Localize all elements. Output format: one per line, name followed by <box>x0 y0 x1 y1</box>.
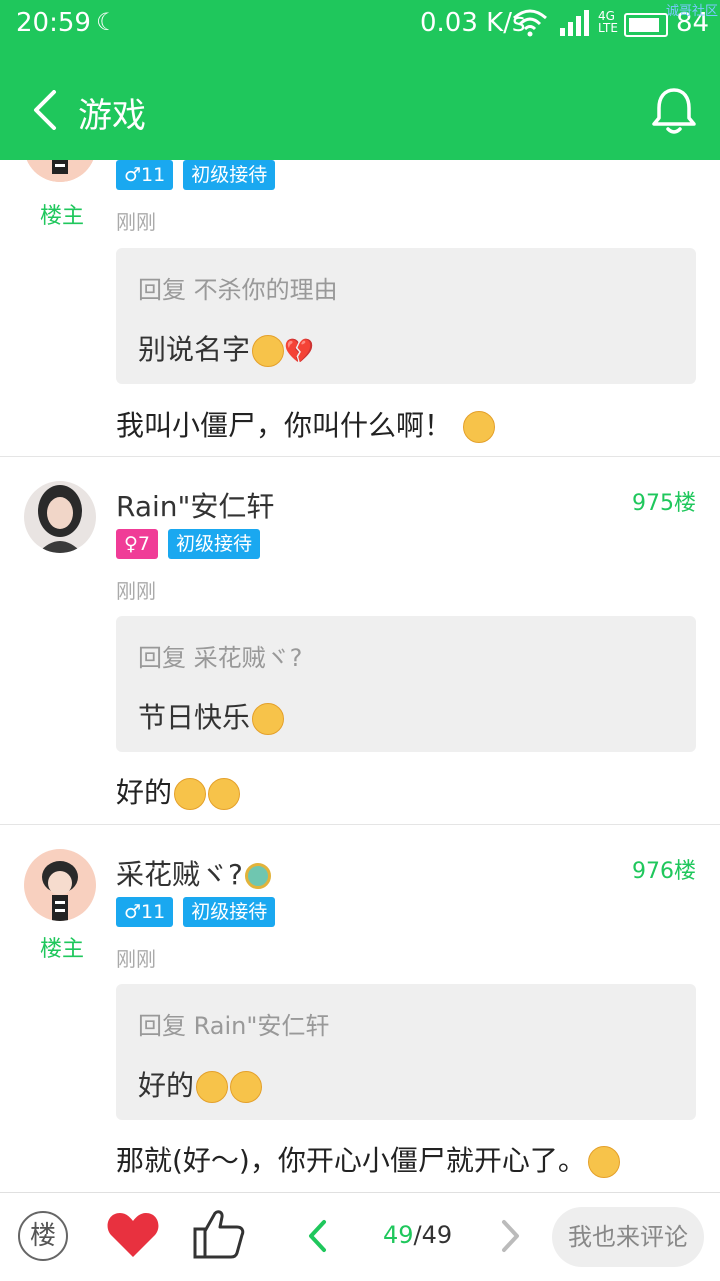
username-row: 采花贼ヾ? <box>116 853 271 893</box>
floor-jump-button[interactable]: 楼 <box>18 1211 68 1261</box>
owner-label: 楼主 <box>40 204 85 229</box>
battery-icon <box>624 13 668 37</box>
quote-body: 节日快乐 <box>138 696 285 736</box>
network-type: 4G LTE <box>598 9 618 35</box>
next-page-icon[interactable] <box>498 1219 522 1253</box>
quote-body-text: 好的 <box>138 1069 195 1102</box>
nav-bar: 游戏 <box>0 70 720 154</box>
back-arrow-icon[interactable] <box>30 90 66 130</box>
page-indicator[interactable]: 49/49 <box>383 1221 452 1249</box>
owner-label: 楼主 <box>40 937 85 962</box>
comment-button[interactable]: 我也来评论 <box>552 1207 704 1267</box>
network-type-label: 4G <box>598 9 615 23</box>
quote-header: 回复 采花贼ヾ? <box>138 644 303 672</box>
rank-badge: 初级接待 <box>183 160 276 190</box>
comment-list[interactable]: 楼主 ♂11 初级接待 刚刚 回复 不杀你的理由 别说名字 💔 我叫小僵尸，你叫什… <box>0 160 720 1192</box>
broken-heart-emoji-icon: 💔 <box>284 337 314 365</box>
status-bar: 20:59 ☾ 0.03 K/s 4G LTE 84 诚哥社区 <box>0 0 720 50</box>
smile-emoji-icon <box>462 411 495 443</box>
post-content: 那就(好～)，你开心小僵尸就开心了。 <box>116 1139 620 1179</box>
wifi-icon <box>512 8 548 44</box>
avatar[interactable] <box>24 481 96 553</box>
smile-emoji-icon <box>252 335 285 367</box>
network-speed: 0.03 K/s <box>420 8 526 38</box>
quote-body: 好的 <box>138 1064 263 1104</box>
username[interactable]: 采花贼ヾ? <box>116 858 243 891</box>
total-pages: /49 <box>413 1221 453 1249</box>
avatar[interactable] <box>24 160 96 182</box>
watermark: 诚哥社区 <box>665 4 718 19</box>
current-page: 49 <box>383 1221 414 1249</box>
medal-icon <box>244 863 271 889</box>
quote-body: 别说名字 💔 <box>138 328 314 368</box>
gender-level-badge: ♀7 <box>116 529 159 559</box>
quoted-reply[interactable]: 回复 采花贼ヾ? 节日快乐 <box>116 616 696 752</box>
user-badges: ♂11 初级接待 <box>116 160 276 190</box>
comment-post: 楼主 采花贼ヾ? 976楼 ♂11 初级接待 刚刚 回复 Rain"安仁轩 好的… <box>0 825 720 1192</box>
user-badges: ♀7 初级接待 <box>116 529 261 559</box>
thumbs-up-icon[interactable] <box>192 1207 246 1261</box>
quote-header: 回复 Rain"安仁轩 <box>138 1012 330 1040</box>
post-content: 我叫小僵尸，你叫什么啊！ <box>116 404 495 444</box>
comment-post: 楼主 ♂11 初级接待 刚刚 回复 不杀你的理由 别说名字 💔 我叫小僵尸，你叫什… <box>0 160 720 457</box>
hug-emoji-icon <box>230 1071 263 1103</box>
post-content-text: 我叫小僵尸，你叫什么啊！ <box>116 409 453 442</box>
post-time: 刚刚 <box>116 210 156 234</box>
smile-emoji-icon <box>587 1146 620 1178</box>
floor-number: 976楼 <box>632 859 696 884</box>
comment-post: Rain"安仁轩 975楼 ♀7 初级接待 刚刚 回复 采花贼ヾ? 节日快乐 好… <box>0 457 720 825</box>
status-time: 20:59 <box>16 8 91 38</box>
bottom-toolbar: 楼 49/49 我也来评论 <box>0 1192 720 1281</box>
prev-page-icon[interactable] <box>306 1219 330 1253</box>
quoted-reply[interactable]: 回复 不杀你的理由 别说名字 💔 <box>116 248 696 384</box>
quote-header: 回复 不杀你的理由 <box>138 276 338 304</box>
hug-emoji-icon <box>208 778 241 810</box>
smile-emoji-icon <box>252 703 285 735</box>
page-title: 游戏 <box>78 96 146 136</box>
gender-level-badge: ♂11 <box>116 160 174 190</box>
post-content-text: 好的 <box>116 776 173 809</box>
post-content: 好的 <box>116 771 241 811</box>
post-time: 刚刚 <box>116 579 156 603</box>
post-time: 刚刚 <box>116 947 156 971</box>
avatar[interactable] <box>24 849 96 921</box>
quote-body-text: 别说名字 <box>138 333 251 366</box>
bell-icon[interactable] <box>650 86 698 136</box>
rank-badge: 初级接待 <box>168 529 261 559</box>
signal-icon <box>560 8 594 44</box>
gender-level-badge: ♂11 <box>116 897 174 927</box>
top-header: 20:59 ☾ 0.03 K/s 4G LTE 84 诚哥社区 游戏 <box>0 0 720 160</box>
heart-icon[interactable] <box>106 1209 160 1259</box>
quoted-reply[interactable]: 回复 Rain"安仁轩 好的 <box>116 984 696 1120</box>
rank-badge: 初级接待 <box>183 897 276 927</box>
hug-emoji-icon <box>196 1071 229 1103</box>
floor-number: 975楼 <box>632 491 696 516</box>
username[interactable]: Rain"安仁轩 <box>116 485 274 525</box>
quote-body-text: 节日快乐 <box>138 701 251 734</box>
moon-icon: ☾ <box>96 8 118 36</box>
post-content-text: 那就(好～)，你开心小僵尸就开心了。 <box>116 1144 586 1177</box>
hug-emoji-icon <box>174 778 207 810</box>
user-badges: ♂11 初级接待 <box>116 897 276 927</box>
